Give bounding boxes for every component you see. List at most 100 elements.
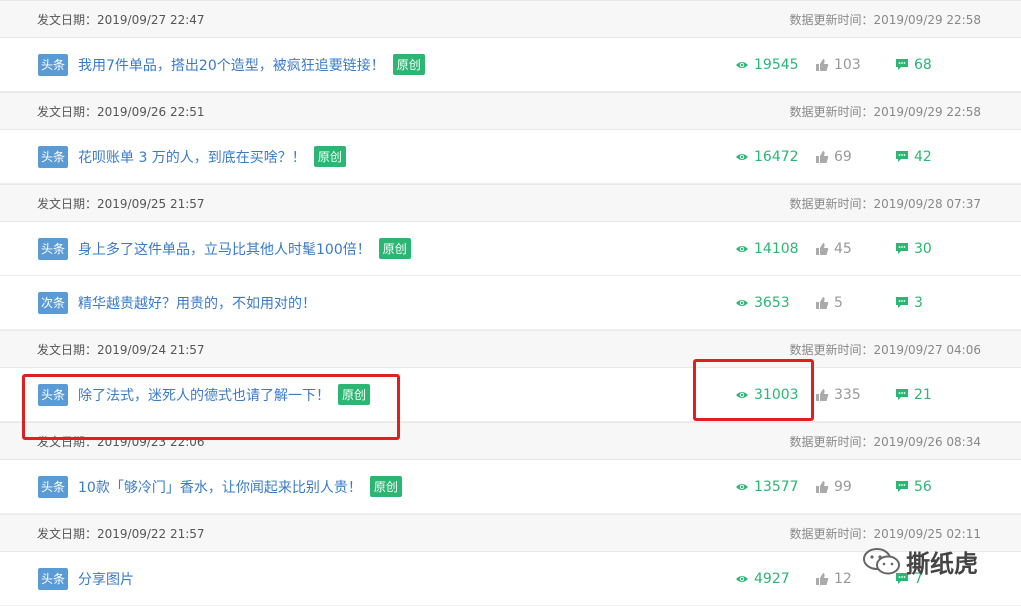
post-date: 发文日期：2019/09/25 21:57 bbox=[37, 196, 205, 211]
article-stats: 19545 103 68 bbox=[735, 38, 932, 91]
article-stats: 13577 99 56 bbox=[735, 460, 932, 513]
thumbs-up-icon bbox=[816, 296, 829, 309]
date-bar: 发文日期：2019/09/27 22:47 数据更新时间：2019/09/29 … bbox=[0, 0, 1021, 38]
article-row: 次条 精华越贵越好？用贵的，不如用对的！ 3653 5 3 bbox=[0, 276, 1021, 330]
article-stats: 16472 69 42 bbox=[735, 130, 932, 183]
position-badge: 头条 bbox=[38, 145, 68, 168]
comments-stat: 3 bbox=[895, 295, 923, 311]
views-stat: 13577 bbox=[735, 479, 815, 495]
comment-icon bbox=[896, 389, 908, 400]
likes-stat: 335 bbox=[815, 387, 895, 403]
likes-stat: 5 bbox=[815, 295, 895, 311]
article-row: 头条 身上多了这件单品，立马比其他人时髦100倍！ 原创 14108 45 30 bbox=[0, 222, 1021, 276]
position-badge: 头条 bbox=[38, 567, 68, 590]
post-date: 发文日期：2019/09/24 21:57 bbox=[37, 342, 205, 357]
article-row: 头条 10款「够冷门」香水，让你闻起来比别人贵！ 原创 13577 99 56 bbox=[0, 460, 1021, 514]
date-bar: 发文日期：2019/09/26 22:51 数据更新时间：2019/09/29 … bbox=[0, 92, 1021, 130]
update-time: 数据更新时间：2019/09/29 22:58 bbox=[789, 104, 981, 119]
likes-count: 5 bbox=[834, 294, 843, 311]
thumbs-up-icon bbox=[816, 150, 829, 163]
original-badge: 原创 bbox=[313, 146, 346, 167]
eye-icon bbox=[736, 575, 748, 582]
eye-icon bbox=[736, 483, 748, 490]
original-badge: 原创 bbox=[369, 476, 402, 497]
eye-icon bbox=[736, 245, 748, 252]
comments-stat: 68 bbox=[895, 57, 932, 73]
highlight-box-title bbox=[22, 374, 400, 440]
article-row: 头条 我用7件单品，搭出20个造型，被疯狂追要链接！ 原创 19545 103 6… bbox=[0, 38, 1021, 92]
views-count: 4927 bbox=[754, 570, 790, 587]
article-title-link[interactable]: 身上多了这件单品，立马比其他人时髦100倍！ bbox=[78, 239, 371, 259]
position-badge: 头条 bbox=[38, 53, 68, 76]
date-bar: 发文日期：2019/09/24 21:57 数据更新时间：2019/09/27 … bbox=[0, 330, 1021, 368]
post-date: 发文日期：2019/09/22 21:57 bbox=[37, 526, 205, 541]
views-count: 19545 bbox=[754, 56, 799, 73]
wechat-icon bbox=[863, 547, 900, 574]
comments-count: 68 bbox=[914, 56, 932, 73]
likes-count: 69 bbox=[834, 148, 852, 165]
likes-count: 45 bbox=[834, 240, 852, 257]
views-count: 13577 bbox=[754, 478, 799, 495]
eye-icon bbox=[736, 61, 748, 68]
comments-count: 30 bbox=[914, 240, 932, 257]
comment-icon bbox=[896, 297, 908, 308]
thumbs-up-icon bbox=[816, 58, 829, 71]
thumbs-up-icon bbox=[816, 572, 829, 585]
eye-icon bbox=[736, 153, 748, 160]
likes-stat: 69 bbox=[815, 149, 895, 165]
likes-stat: 45 bbox=[815, 241, 895, 257]
highlight-box-views bbox=[693, 359, 814, 421]
comment-icon bbox=[896, 243, 908, 254]
update-time: 数据更新时间：2019/09/29 22:58 bbox=[789, 12, 981, 27]
comments-count: 42 bbox=[914, 148, 932, 165]
update-time: 数据更新时间：2019/09/25 02:11 bbox=[789, 526, 981, 541]
thumbs-up-icon bbox=[816, 388, 829, 401]
article-title-link[interactable]: 分享图片 bbox=[78, 569, 134, 589]
likes-stat: 103 bbox=[815, 57, 895, 73]
comments-stat: 30 bbox=[895, 241, 932, 257]
original-badge: 原创 bbox=[378, 238, 411, 259]
article-list: 发文日期：2019/09/27 22:47 数据更新时间：2019/09/29 … bbox=[0, 0, 1021, 606]
watermark-text: 撕纸虎 bbox=[906, 550, 978, 578]
views-count: 14108 bbox=[754, 240, 799, 257]
article-title-link[interactable]: 花呗账单 3 万的人，到底在买啥？！ bbox=[78, 147, 306, 167]
comments-count: 21 bbox=[914, 386, 932, 403]
article-stats: 3653 5 3 bbox=[735, 276, 923, 329]
comments-count: 56 bbox=[914, 478, 932, 495]
thumbs-up-icon bbox=[816, 242, 829, 255]
article-title-link[interactable]: 我用7件单品，搭出20个造型，被疯狂追要链接！ bbox=[78, 55, 385, 75]
likes-count: 103 bbox=[834, 56, 861, 73]
comment-icon bbox=[896, 481, 908, 492]
update-time: 数据更新时间：2019/09/26 08:34 bbox=[789, 434, 981, 449]
views-stat: 19545 bbox=[735, 57, 815, 73]
likes-stat: 99 bbox=[815, 479, 895, 495]
update-time: 数据更新时间：2019/09/27 04:06 bbox=[789, 342, 981, 357]
comments-stat: 56 bbox=[895, 479, 932, 495]
post-date: 发文日期：2019/09/26 22:51 bbox=[37, 104, 205, 119]
date-bar: 发文日期：2019/09/25 21:57 数据更新时间：2019/09/28 … bbox=[0, 184, 1021, 222]
article-title-link[interactable]: 精华越贵越好？用贵的，不如用对的！ bbox=[78, 293, 316, 313]
original-badge: 原创 bbox=[392, 54, 425, 75]
views-stat: 16472 bbox=[735, 149, 815, 165]
comment-icon bbox=[896, 59, 908, 70]
comments-stat: 21 bbox=[895, 387, 932, 403]
watermark: 撕纸虎 bbox=[862, 544, 978, 579]
position-badge: 头条 bbox=[38, 475, 68, 498]
views-count: 16472 bbox=[754, 148, 799, 165]
views-stat: 14108 bbox=[735, 241, 815, 257]
views-stat: 4927 bbox=[735, 571, 815, 587]
post-date: 发文日期：2019/09/27 22:47 bbox=[37, 12, 205, 27]
likes-count: 12 bbox=[834, 570, 852, 587]
article-row: 头条 花呗账单 3 万的人，到底在买啥？！ 原创 16472 69 42 bbox=[0, 130, 1021, 184]
update-time: 数据更新时间：2019/09/28 07:37 bbox=[789, 196, 981, 211]
likes-count: 335 bbox=[834, 386, 861, 403]
comment-icon bbox=[896, 151, 908, 162]
views-stat: 3653 bbox=[735, 295, 815, 311]
thumbs-up-icon bbox=[816, 480, 829, 493]
comments-count: 3 bbox=[914, 294, 923, 311]
article-title-link[interactable]: 10款「够冷门」香水，让你闻起来比别人贵！ bbox=[78, 477, 362, 497]
likes-count: 99 bbox=[834, 478, 852, 495]
eye-icon bbox=[736, 299, 748, 306]
views-count: 3653 bbox=[754, 294, 790, 311]
comments-stat: 42 bbox=[895, 149, 932, 165]
